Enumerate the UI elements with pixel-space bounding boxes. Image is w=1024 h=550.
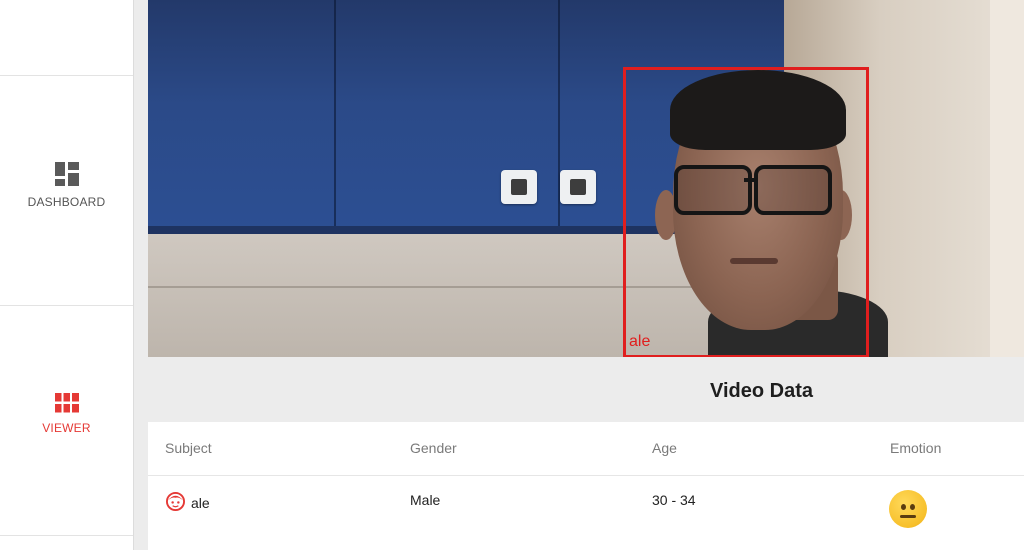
grid-icon bbox=[0, 393, 133, 413]
sidebar-item-label: VIEWER bbox=[42, 421, 91, 435]
dashboard-icon bbox=[0, 161, 133, 187]
face-detection-box bbox=[623, 67, 869, 357]
video-data-table: Subject Gender Age Emotion ale Male 30 -… bbox=[148, 422, 1024, 550]
face-detection-label: ale bbox=[629, 333, 651, 350]
sidebar-item-label: DASHBOARD bbox=[27, 195, 106, 209]
column-header-age: Age bbox=[652, 440, 677, 456]
table-row-subject[interactable]: ale bbox=[166, 492, 210, 514]
sidebar-item-viewer[interactable]: VIEWER bbox=[0, 393, 133, 435]
sidebar-item-dashboard[interactable]: DASHBOARD bbox=[0, 161, 133, 209]
video-feed[interactable]: ale bbox=[148, 0, 1024, 357]
video-background bbox=[334, 0, 336, 232]
video-background bbox=[560, 170, 596, 204]
column-header-emotion: Emotion bbox=[890, 440, 942, 456]
table-cell-gender: Male bbox=[410, 492, 441, 508]
subject-name: ale bbox=[191, 495, 210, 511]
sidebar: DASHBOARD VIEWER bbox=[0, 0, 134, 550]
video-background bbox=[990, 0, 1024, 357]
row-divider bbox=[148, 475, 1024, 476]
column-header-gender: Gender bbox=[410, 440, 457, 456]
sidebar-divider bbox=[0, 535, 133, 536]
sidebar-divider bbox=[0, 75, 133, 76]
table-cell-age: 30 - 34 bbox=[652, 492, 696, 508]
subject-face-icon bbox=[166, 492, 185, 514]
video-data-title: Video Data bbox=[710, 380, 813, 402]
neutral-face-icon bbox=[889, 490, 927, 528]
column-header-subject: Subject bbox=[165, 440, 212, 456]
video-background bbox=[501, 170, 537, 204]
sidebar-divider bbox=[0, 305, 133, 306]
